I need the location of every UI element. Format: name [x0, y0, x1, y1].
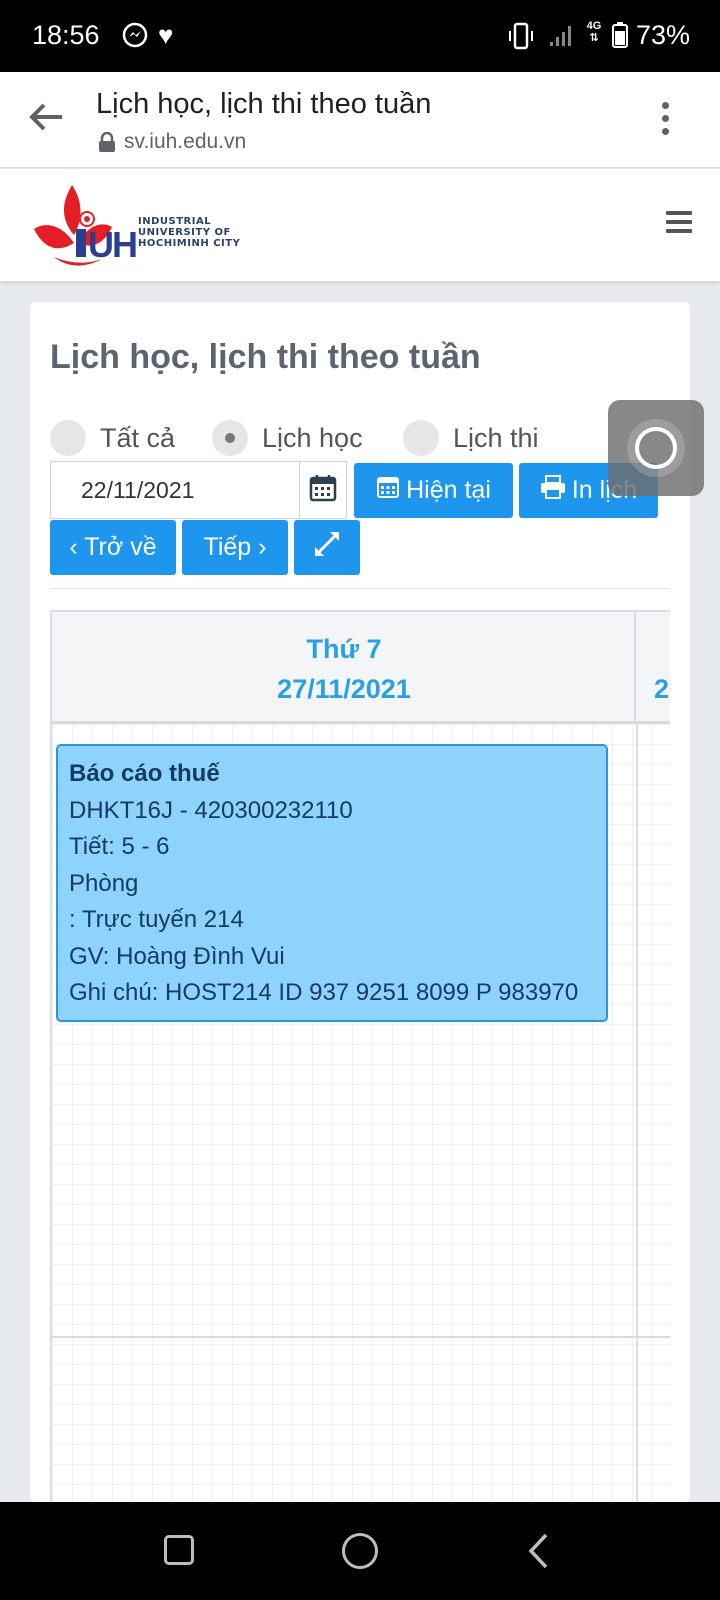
back-icon[interactable] [526, 1532, 552, 1575]
radio-label-exam-schedule: Lịch thi [453, 423, 539, 453]
hamburger-menu-icon[interactable] [666, 211, 692, 238]
page-title: Lịch học, lịch thi theo tuần [50, 338, 481, 376]
signal-icon [548, 22, 574, 53]
recent-apps-icon[interactable] [164, 1535, 194, 1565]
circle-icon [635, 427, 677, 469]
next-day-header-partial: 2 [654, 674, 670, 704]
home-icon[interactable] [342, 1533, 378, 1569]
battery-percent: 73% [636, 20, 691, 50]
calendar-icon [376, 475, 400, 506]
event-room-label: Phòng [69, 869, 139, 897]
browser-url[interactable]: sv.iuh.edu.vn [124, 130, 246, 154]
logo-text-line: HOCHIMINH CITY [138, 238, 241, 249]
logo-text-line: UNIVERSITY OF [138, 227, 231, 238]
printer-icon [540, 475, 566, 506]
event-note: Ghi chú: HOST214 ID 937 9251 8099 P 9839… [69, 979, 579, 1006]
event-subject: Báo cáo thuế [69, 760, 220, 787]
svg-text:H: H [112, 224, 138, 265]
network-type: 4G ⇅ [586, 20, 602, 44]
event-teacher: GV: Hoàng Đình Vui [69, 942, 285, 970]
radio-class-schedule[interactable] [212, 420, 248, 456]
event-periods: Tiết: 5 - 6 [69, 833, 170, 860]
radio-exam-schedule[interactable] [403, 420, 439, 456]
expand-icon [313, 530, 341, 565]
event-room-value: : Trực tuyến 214 [69, 906, 244, 933]
radio-label-class-schedule: Lịch học [262, 423, 363, 453]
floating-assistive-button[interactable] [608, 400, 704, 496]
day-column-header: Thứ 7 27/11/2021 [52, 612, 636, 723]
battery-icon [612, 22, 628, 53]
day-name: Thứ 7 [306, 634, 382, 664]
browser-toolbar: Lịch học, lịch thi theo tuần sv.iuh.edu.… [0, 72, 720, 168]
weekly-calendar: Thứ 7 27/11/2021 2 Báo cáo thuế DHKT16J … [50, 610, 670, 1502]
system-nav-bar [0, 1502, 720, 1600]
class-event[interactable]: Báo cáo thuế DHKT16J - 420300232110 Tiết… [56, 744, 608, 1022]
day-date: 27/11/2021 [277, 674, 411, 704]
fullscreen-button[interactable] [294, 520, 360, 575]
calendar-header: Thứ 7 27/11/2021 2 [52, 610, 670, 724]
heart-icon: ♥ [158, 20, 174, 50]
browser-page-title: Lịch học, lịch thi theo tuần [96, 88, 432, 120]
next-week-button[interactable]: Tiếp › [182, 520, 288, 575]
previous-week-label: ‹ Trở về [69, 533, 157, 561]
event-class-code: DHKT16J - 420300232110 [69, 796, 353, 824]
messenger-icon [122, 22, 148, 53]
svg-text:U: U [88, 224, 114, 265]
radio-all[interactable] [50, 420, 86, 456]
more-options-icon[interactable] [662, 102, 670, 138]
current-week-label: Hiện tại [406, 476, 491, 504]
site-header: U H INDUSTRIAL UNIVERSITY OF HOCHIMINH C… [0, 169, 720, 281]
current-week-button[interactable]: Hiện tại [354, 463, 513, 518]
status-bar: 18:56 ♥ 4G ⇅ 73% [0, 0, 720, 72]
back-arrow-icon[interactable] [28, 102, 64, 137]
lock-icon [98, 131, 116, 157]
calendar-icon [309, 474, 337, 507]
date-input[interactable]: 22/11/2021 [50, 461, 300, 519]
logo-text-line: INDUSTRIAL [138, 216, 212, 227]
column-separator [636, 724, 638, 1502]
vibrate-icon [508, 22, 534, 55]
status-time: 18:56 [32, 20, 100, 50]
divider [50, 588, 670, 589]
radio-label-all: Tất cả [100, 423, 176, 453]
next-week-label: Tiếp › [203, 533, 267, 561]
previous-week-button[interactable]: ‹ Trở về [50, 520, 176, 575]
row-separator [52, 1336, 670, 1338]
calendar-picker-button[interactable] [299, 461, 347, 519]
